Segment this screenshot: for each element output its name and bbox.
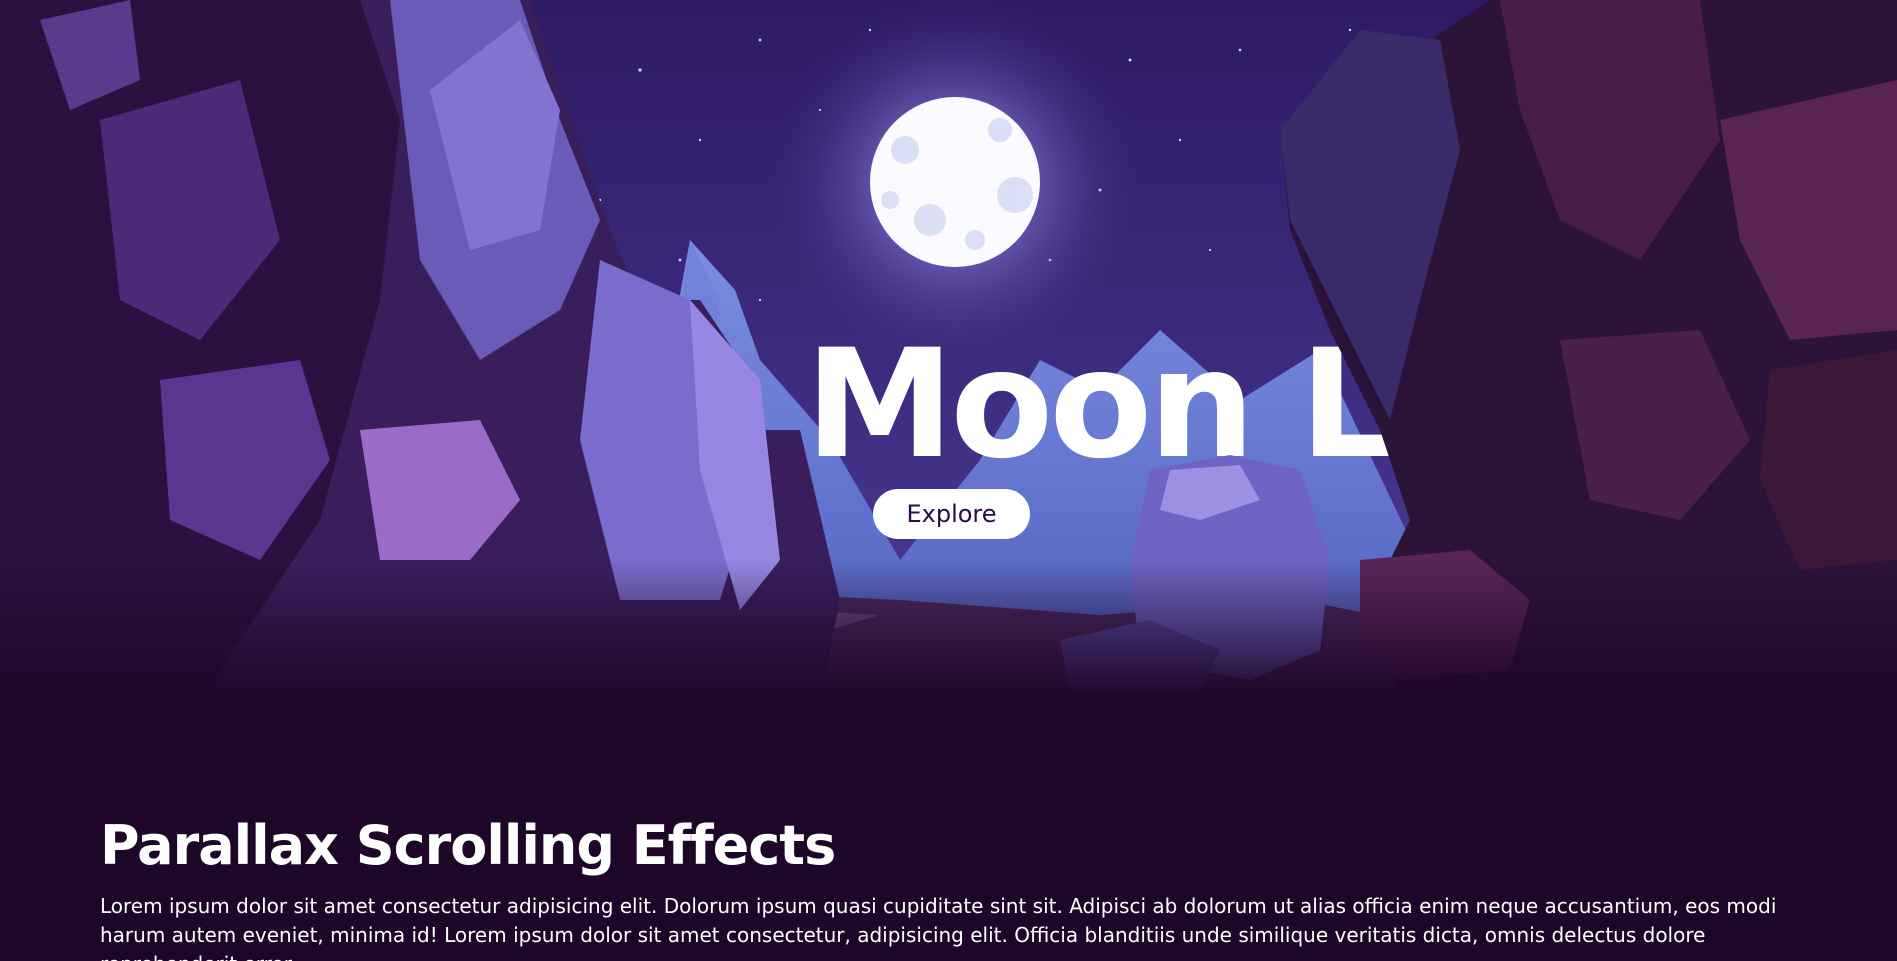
section-heading: Parallax Scrolling Effects [100,814,836,877]
foreground-rocks [0,0,1897,700]
content-section: Parallax Scrolling Effects Lorem ipsum d… [100,810,1800,961]
explore-button[interactable]: Explore [873,489,1030,539]
section-body: Lorem ipsum dolor sit amet consectetur a… [100,894,1777,961]
hero-section: Moon Light Explore [0,0,1897,700]
